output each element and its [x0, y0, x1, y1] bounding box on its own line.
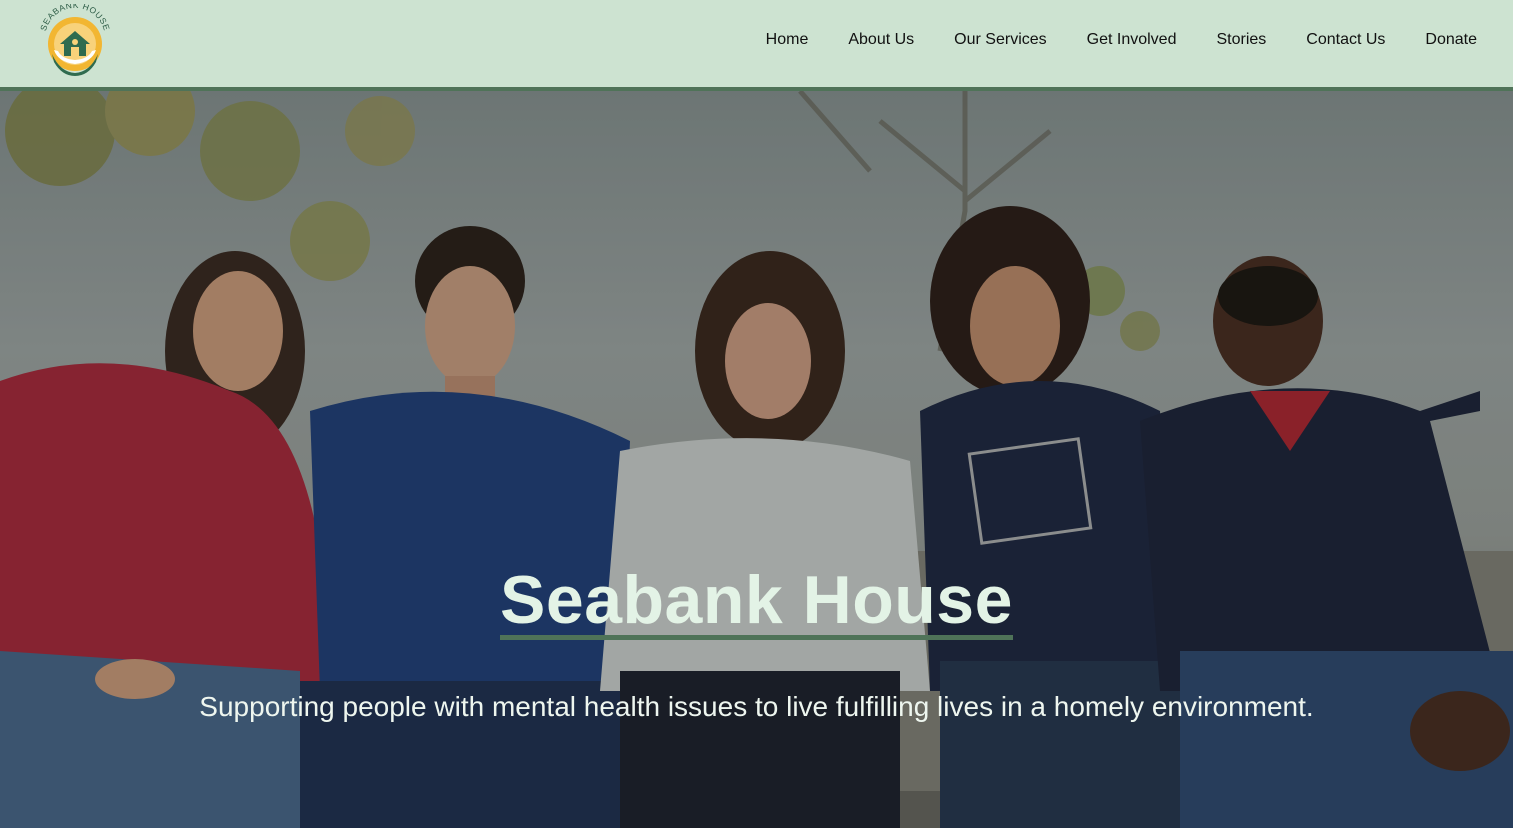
hero-banner: Seabank House Supporting people with men… — [0, 91, 1513, 828]
nav-contact-us[interactable]: Contact Us — [1306, 31, 1385, 49]
svg-text:SEABANK HOUSE: SEABANK HOUSE — [38, 4, 112, 32]
main-navigation: Home About Us Our Services Get Involved … — [726, 0, 1477, 80]
nav-get-involved[interactable]: Get Involved — [1087, 31, 1177, 49]
nav-stories[interactable]: Stories — [1216, 31, 1266, 49]
hero-title: Seabank House — [500, 562, 1013, 640]
nav-about-us[interactable]: About Us — [848, 31, 914, 49]
hero-subtitle: Supporting people with mental health iss… — [199, 691, 1314, 722]
nav-our-services[interactable]: Our Services — [954, 31, 1046, 49]
site-header: SEABANK HOUSE Home About Us Our Services… — [0, 0, 1513, 87]
nav-donate[interactable]: Donate — [1425, 31, 1477, 49]
logo-arc-text: SEABANK HOUSE — [38, 4, 112, 32]
seabank-house-logo[interactable]: SEABANK HOUSE — [36, 4, 114, 78]
nav-home[interactable]: Home — [766, 31, 809, 49]
